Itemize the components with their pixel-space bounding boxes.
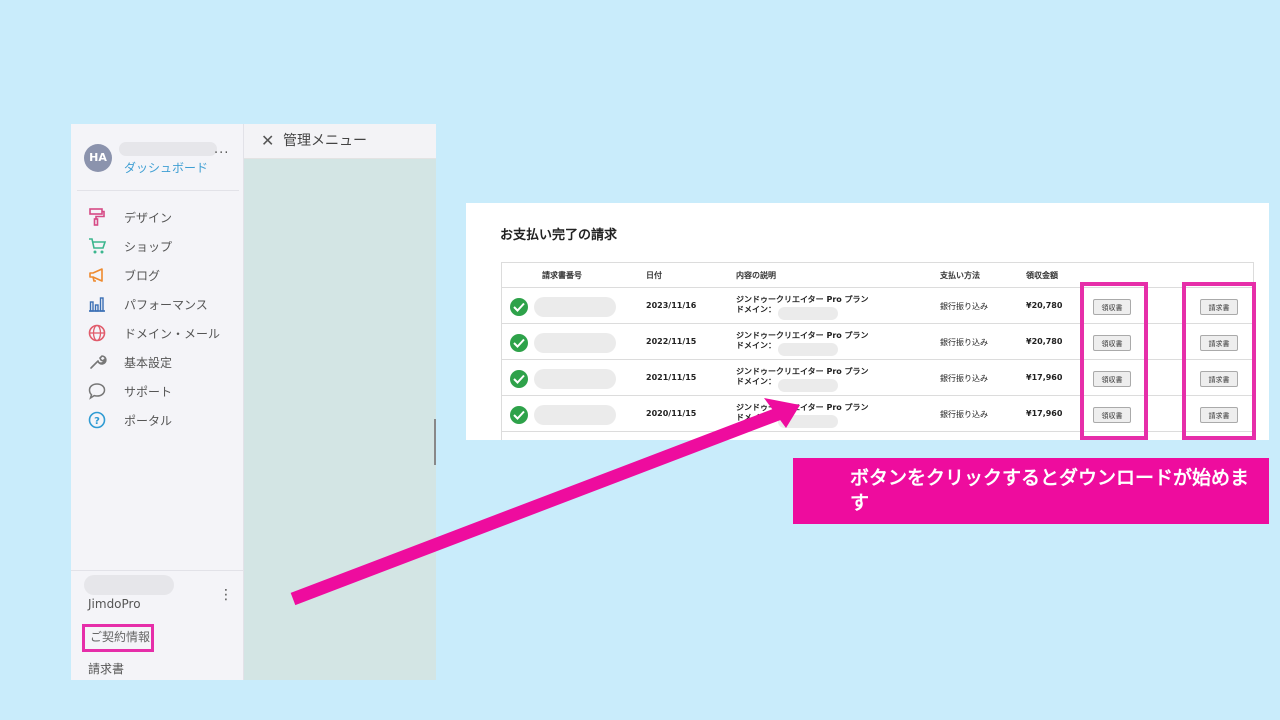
- callout-text: ボタンをクリックするとダウンロードが始めます: [850, 467, 1250, 514]
- arrow-icon: [290, 398, 800, 606]
- callout-box: ボタンをクリックするとダウンロードが始めます: [793, 458, 1269, 524]
